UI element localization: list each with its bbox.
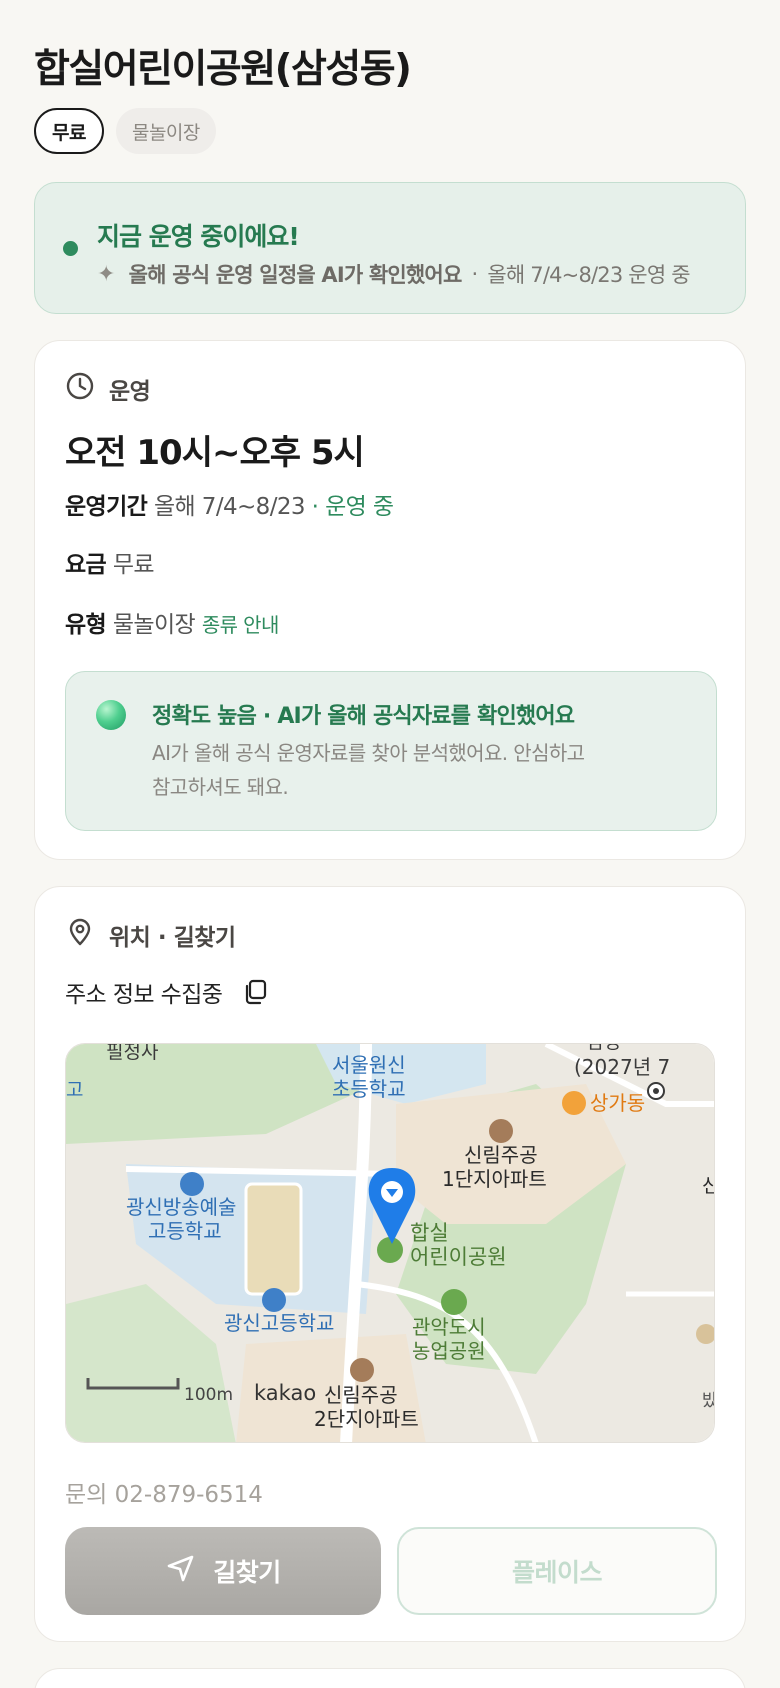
places-button[interactable]: 플레이스 <box>397 1527 717 1615</box>
operation-card: 운영 오전 10시~오후 5시 운영기간 올해 7/4~8/23 · 운영 중 … <box>34 340 746 860</box>
next-card <box>34 1668 746 1688</box>
fee-row: 요금 무료 <box>65 545 155 579</box>
map-label: 임청 <box>586 1044 621 1053</box>
status-subtitle: ✦ 올해 공식 운영 일정을 AI가 확인했어요 · 올해 7/4~8/23 운… <box>97 259 691 289</box>
map-scale-label: 100m <box>184 1385 233 1405</box>
map-label: 초등학교 <box>332 1077 406 1101</box>
operation-header: 운영 <box>65 371 151 407</box>
period-value: 올해 7/4~8/23 <box>153 494 306 520</box>
map-view[interactable]: 필정사 고 서울원신 초등학교 임청 (2027년 7 상가동 신림주공 1단지… <box>65 1043 715 1443</box>
copy-icon[interactable] <box>240 977 270 1007</box>
operation-section-label: 운영 <box>109 379 151 405</box>
map-label: 어린이공원 <box>410 1245 507 1269</box>
period-row: 운영기간 올해 7/4~8/23 · 운영 중 <box>65 487 394 521</box>
map-label: 신림주공 <box>464 1143 538 1167</box>
park-tree-icon <box>441 1289 467 1315</box>
status-banner: 지금 운영 중이에요! ✦ 올해 공식 운영 일정을 AI가 확인했어요 · 올… <box>34 182 746 314</box>
fee-label: 요금 <box>65 552 107 578</box>
map-pin-icon <box>65 917 95 953</box>
map-label: 필정사 <box>106 1044 158 1063</box>
ai-accuracy-title: 정확도 높음 · AI가 올해 공식자료를 확인했어요 <box>152 704 575 729</box>
map-label: 고 <box>66 1079 83 1101</box>
map-field <box>244 1182 303 1296</box>
status-separator: · <box>471 262 478 286</box>
fee-value: 무료 <box>112 552 155 578</box>
ai-accuracy-desc: AI가 올해 공식 운영자료를 찾아 분석했어요. 안심하고 참고하셔도 돼요. <box>152 736 652 804</box>
map-label: 고등학교 <box>148 1219 222 1243</box>
map-brand-logo: kakao <box>254 1381 316 1405</box>
clock-icon <box>65 371 95 407</box>
map-label: 합실 <box>410 1221 449 1245</box>
apartment-icon <box>350 1358 374 1382</box>
ai-orb-icon <box>96 700 126 730</box>
type-label: 유형 <box>65 612 107 638</box>
tag-water-play[interactable]: 물놀이장 <box>115 108 216 154</box>
directions-button-label: 길찾기 <box>213 1558 281 1587</box>
map-label: 신림주공 <box>324 1383 398 1407</box>
type-row: 유형 물놀이장 종류 안내 <box>65 605 279 639</box>
map-label: 서울원신 <box>332 1053 406 1077</box>
address-row: 주소 정보 수집중 <box>65 975 270 1009</box>
status-period-note: 올해 7/4~8/23 운영 중 <box>487 263 690 287</box>
map-label: 밨 <box>702 1391 715 1411</box>
map-poi-icon <box>653 1088 659 1094</box>
location-header: 위치 · 길찾기 <box>65 917 236 953</box>
status-dot <box>63 241 78 256</box>
park-tree-icon <box>377 1237 403 1263</box>
map-label: 관악도시 <box>412 1315 486 1339</box>
map-label: 광신고등학교 <box>224 1311 334 1335</box>
period-status: · 운영 중 <box>311 494 394 520</box>
ai-desc-line2: 참고하셔도 돼요. <box>152 775 289 799</box>
type-value: 물놀이장 <box>112 612 196 638</box>
tag-free[interactable]: 무료 <box>34 108 104 154</box>
phone-inquiry[interactable]: 문의 02-879-6514 <box>65 1475 263 1509</box>
sparkle-icon: ✦ <box>97 261 115 287</box>
shopping-icon <box>562 1091 586 1115</box>
address-text: 주소 정보 수집중 <box>65 982 223 1008</box>
map-label: 1단지아파트 <box>442 1167 547 1191</box>
map-label: 광신방송예술 <box>126 1195 236 1219</box>
map-label: 2단지아파트 <box>314 1407 419 1431</box>
period-label: 운영기간 <box>65 494 148 520</box>
map-label: 신 <box>702 1175 715 1197</box>
ai-accuracy-box: 정확도 높음 · AI가 올해 공식자료를 확인했어요 AI가 올해 공식 운영… <box>65 671 717 831</box>
school-icon <box>180 1172 204 1196</box>
status-ai-note: 올해 공식 운영 일정을 AI가 확인했어요 <box>128 263 463 287</box>
ai-desc-line1: AI가 올해 공식 운영자료를 찾아 분석했어요. 안심하고 <box>152 741 585 765</box>
navigation-arrow-icon <box>165 1552 197 1590</box>
type-guide-link[interactable]: 종류 안내 <box>202 613 280 637</box>
page-title: 합실어린이공원(삼성동) <box>34 47 412 92</box>
operating-hours: 오전 10시~오후 5시 <box>65 433 365 473</box>
map-label: (2027년 7 <box>574 1055 670 1079</box>
location-section-label: 위치 · 길찾기 <box>109 925 236 951</box>
map-label: 상가동 <box>590 1091 645 1115</box>
apartment-icon <box>489 1119 513 1143</box>
status-title: 지금 운영 중이에요! <box>97 222 300 251</box>
school-icon <box>262 1288 286 1312</box>
tag-row: 무료 물놀이장 <box>34 108 216 154</box>
map-label: 농업공원 <box>412 1339 486 1363</box>
directions-button[interactable]: 길찾기 <box>65 1527 381 1615</box>
location-card: 위치 · 길찾기 주소 정보 수집중 필정사 고 서울원신 초등학교 (2027… <box>34 886 746 1642</box>
